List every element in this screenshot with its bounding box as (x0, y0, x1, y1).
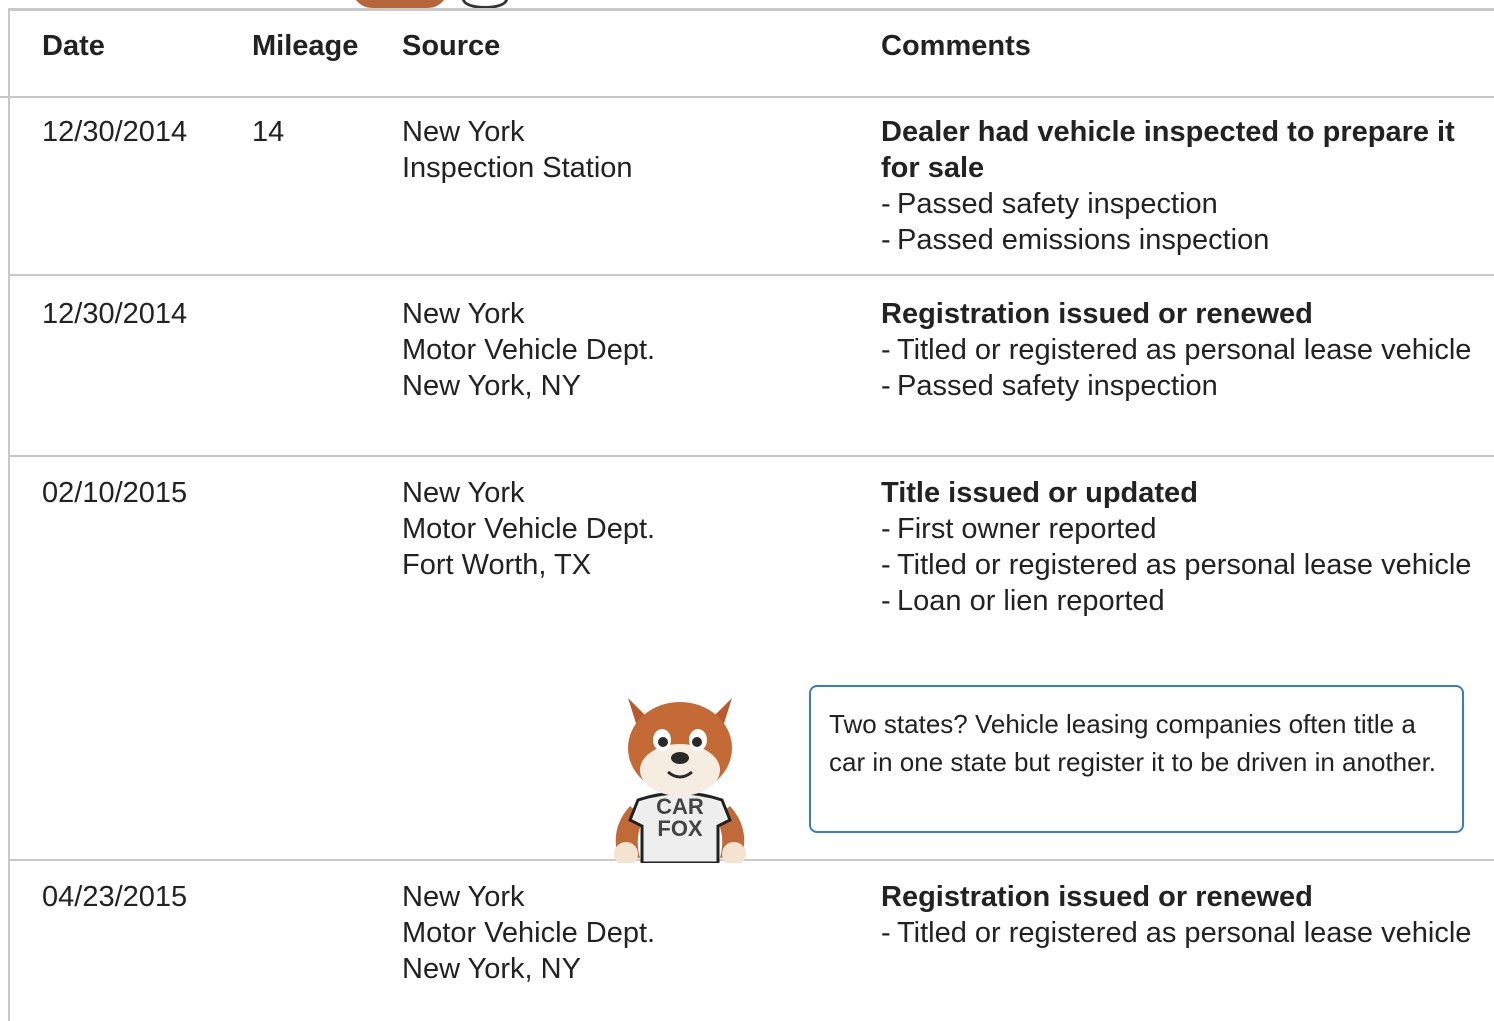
record-source: New York Motor Vehicle Dept. New York, N… (402, 296, 655, 404)
record-date: 12/30/2014 (42, 298, 188, 330)
table-header: Date Mileage Source Comments (0, 10, 1494, 98)
source-line: Inspection Station (402, 152, 633, 184)
record-date: 04/23/2015 (42, 881, 188, 913)
comment-detail: - Passed safety inspection (881, 370, 1218, 402)
carfox-tip-box: Two states? Vehicle leasing companies of… (809, 685, 1464, 833)
record-source: New York Motor Vehicle Dept. New York, N… (402, 879, 655, 987)
comment-title: Dealer had vehicle inspected to prepare … (881, 116, 1455, 184)
source-line: Motor Vehicle Dept. (402, 334, 656, 366)
source-line: New York (402, 477, 525, 509)
source-line: New York (402, 116, 525, 148)
source-line: Fort Worth, TX (402, 549, 592, 581)
source-line: New York, NY (402, 953, 581, 985)
record-comments: Registration issued or renewed - Titled o… (881, 296, 1481, 404)
table-row: 12/30/2014 New York Motor Vehicle Dept. … (10, 276, 1494, 457)
carfox-mascot-icon: CAR FOX (614, 698, 746, 863)
table-row: 12/30/2014 14 New York Inspection Statio… (10, 96, 1494, 276)
source-line: Motor Vehicle Dept. (402, 513, 656, 545)
comment-detail: - First owner reported (881, 513, 1157, 545)
record-comments: Title issued or updated - First owner rep… (881, 475, 1481, 619)
record-source: New York Inspection Station (402, 114, 633, 186)
record-date: 02/10/2015 (42, 477, 188, 509)
comment-detail: - Passed emissions inspection (881, 224, 1270, 256)
header-comments: Comments (881, 30, 1031, 62)
record-comments: Registration issued or renewed - Titled o… (881, 879, 1481, 951)
comment-title: Registration issued or renewed (881, 298, 1313, 330)
comment-title: Title issued or updated (881, 477, 1198, 509)
comment-detail: - Titled or registered as personal lease … (881, 334, 1472, 366)
record-mileage: 14 (252, 116, 285, 148)
comment-detail: - Titled or registered as personal lease … (881, 549, 1472, 581)
table-row: 04/23/2015 New York Motor Vehicle Dept. … (10, 861, 1494, 1021)
source-line: New York, NY (402, 370, 581, 402)
tip-text: Two states? Vehicle leasing companies of… (829, 709, 1437, 777)
shirt-text-fox: FOX (657, 816, 703, 841)
comment-title: Registration issued or renewed (881, 881, 1313, 913)
source-line: New York (402, 881, 525, 913)
comment-detail: - Loan or lien reported (881, 585, 1165, 617)
comment-detail: - Titled or registered as personal lease … (881, 917, 1472, 949)
record-source: New York Motor Vehicle Dept. Fort Worth,… (402, 475, 655, 583)
comment-detail: - Passed safety inspection (881, 188, 1218, 220)
source-line: Motor Vehicle Dept. (402, 917, 656, 949)
record-comments: Dealer had vehicle inspected to prepare … (881, 114, 1481, 258)
record-date: 12/30/2014 (42, 116, 188, 148)
header-date: Date (42, 30, 105, 62)
header-source: Source (402, 30, 501, 62)
header-mileage: Mileage (252, 30, 359, 62)
source-line: New York (402, 298, 525, 330)
